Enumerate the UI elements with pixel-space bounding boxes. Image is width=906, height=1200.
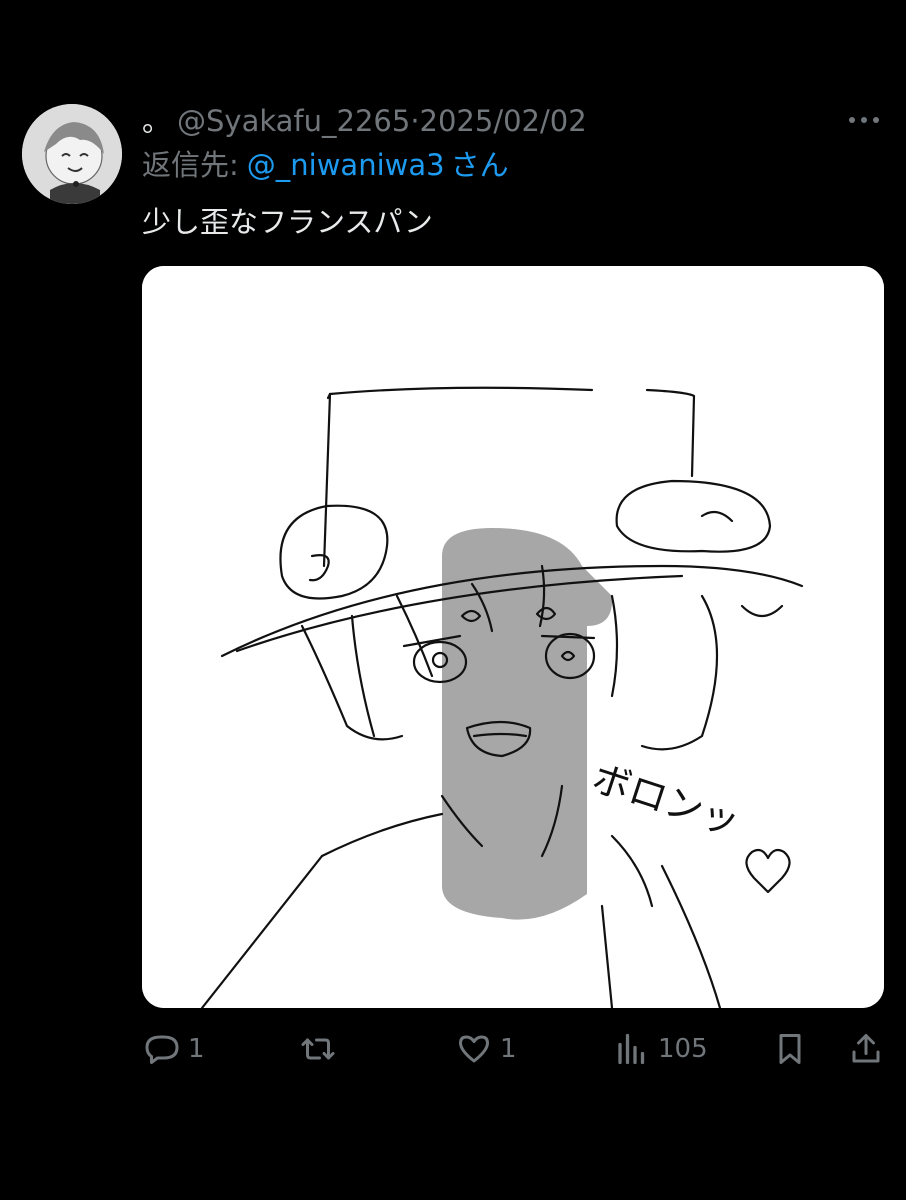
reply-count: 1 bbox=[188, 1034, 205, 1064]
views-count: 105 bbox=[658, 1034, 708, 1064]
like-count: 1 bbox=[500, 1034, 517, 1064]
tweet-action-bar: 1 1 105 bbox=[0, 1026, 906, 1072]
reply-icon bbox=[145, 1035, 179, 1064]
tweet-date[interactable]: 2025/02/02 bbox=[420, 104, 587, 138]
user-handle[interactable]: @Syakafu_2265 bbox=[177, 104, 410, 138]
tweet-text: 少し歪なフランスパン bbox=[142, 205, 433, 239]
views-icon bbox=[618, 1033, 645, 1065]
retweet-button[interactable] bbox=[300, 1026, 344, 1072]
bookmark-button[interactable] bbox=[772, 1026, 808, 1072]
reply-prefix: 返信先: bbox=[142, 148, 239, 182]
avatar[interactable] bbox=[22, 104, 122, 204]
more-dots-icon[interactable] bbox=[846, 108, 882, 132]
header-separator: · bbox=[410, 104, 420, 138]
retweet-icon bbox=[301, 1038, 335, 1060]
share-icon bbox=[852, 1034, 880, 1063]
display-name[interactable]: 。 bbox=[142, 104, 171, 138]
reply-suffix: さん bbox=[450, 148, 509, 182]
bookmark-icon bbox=[779, 1034, 801, 1064]
replying-to: 返信先: @_niwaniwa3 さん bbox=[142, 146, 509, 184]
avatar-image bbox=[22, 104, 122, 204]
sketch-drawing: ボロンッ bbox=[142, 266, 884, 1008]
share-button[interactable] bbox=[848, 1026, 884, 1072]
like-button[interactable]: 1 bbox=[456, 1026, 517, 1072]
reply-mention-link[interactable]: @_niwaniwa3 bbox=[247, 148, 445, 182]
reply-button[interactable]: 1 bbox=[144, 1026, 205, 1072]
like-icon bbox=[459, 1035, 489, 1063]
tweet-media-image[interactable]: ボロンッ bbox=[142, 266, 884, 1008]
views-button[interactable]: 105 bbox=[614, 1026, 708, 1072]
tweet-header: 。 @Syakafu_2265·2025/02/02 bbox=[142, 102, 587, 140]
